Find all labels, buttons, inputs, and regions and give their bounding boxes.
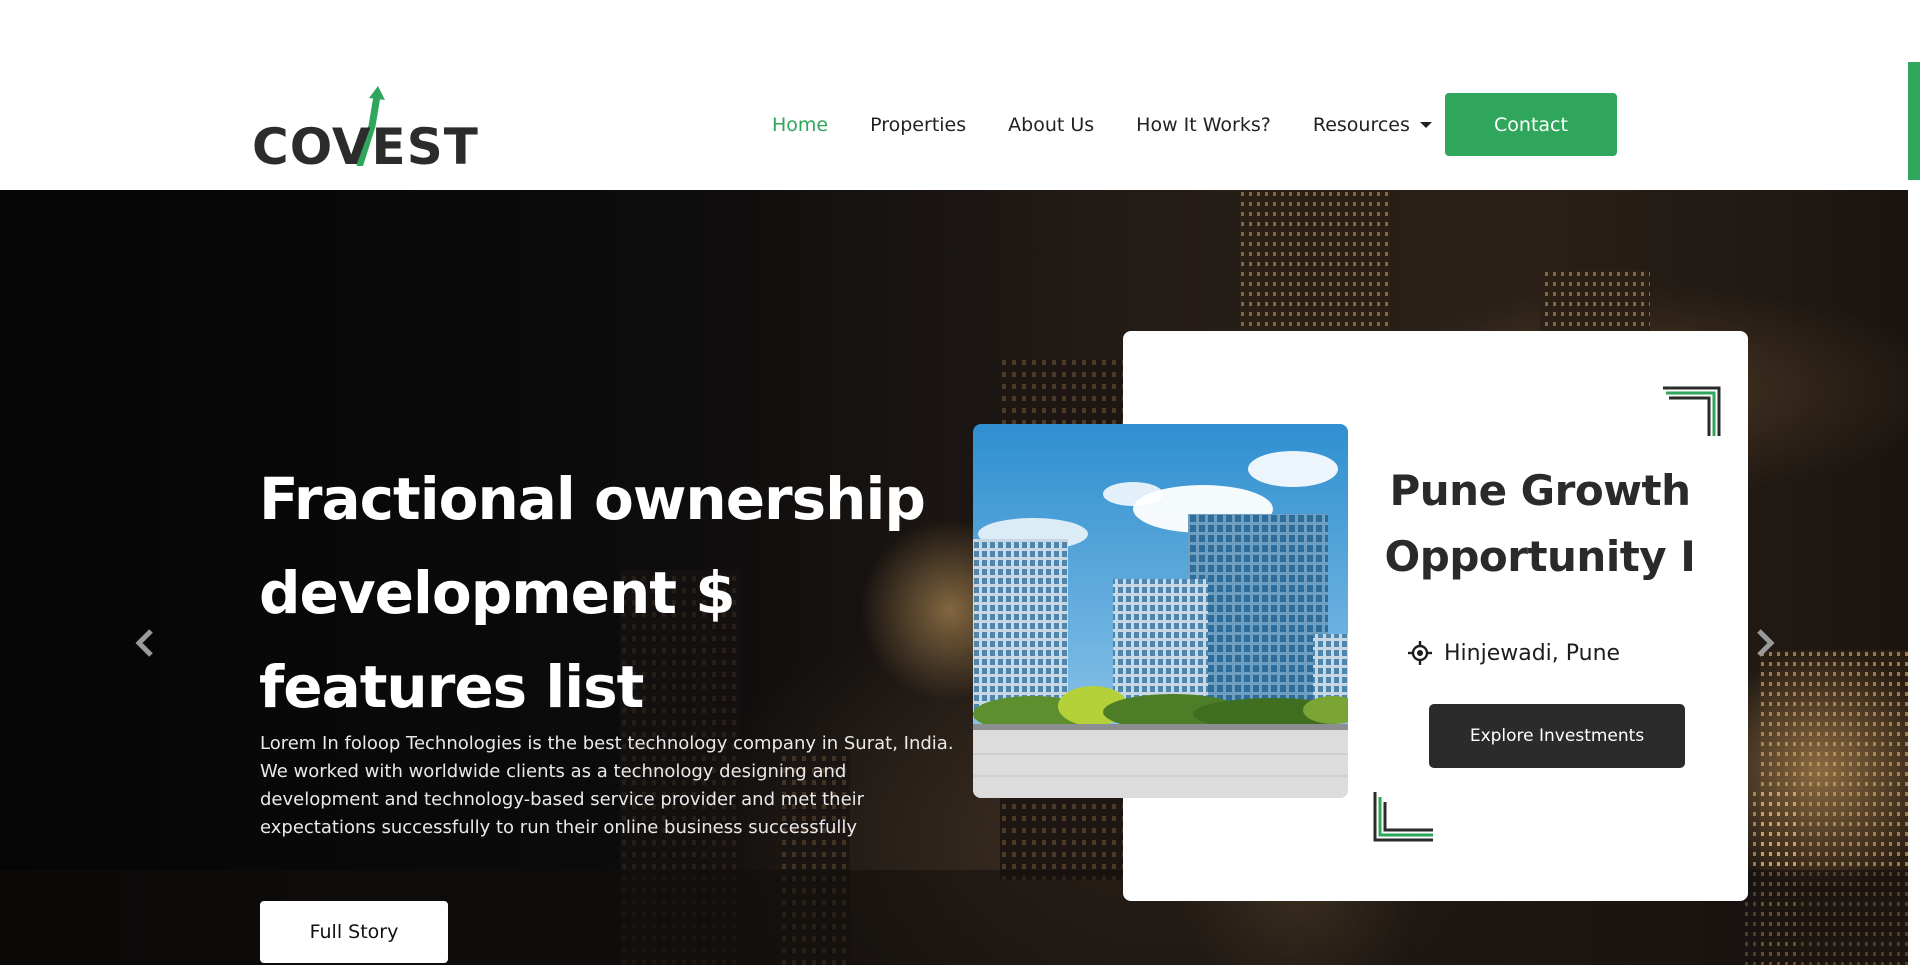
logo-wordmark: COVEST (252, 118, 479, 176)
property-title: Pune Growth Opportunity I (1380, 458, 1700, 590)
covest-logo[interactable]: COVEST (252, 86, 478, 172)
site-header: COVEST Home Properties About Us How It W… (0, 0, 1908, 190)
carousel-prev-button[interactable] (128, 626, 162, 660)
chevron-right-icon (1757, 629, 1775, 657)
property-title-line-1: Pune Growth (1389, 466, 1691, 515)
chevron-left-icon (135, 629, 153, 657)
nav-properties[interactable]: Properties (870, 114, 966, 136)
nav-resources-label: Resources (1312, 114, 1410, 136)
crosshair-location-icon (1408, 641, 1432, 665)
caret-down-icon (1419, 122, 1432, 128)
property-location-text: Hinjewadi, Pune (1444, 640, 1621, 666)
hero-title-line-2: development $ (259, 559, 736, 627)
explore-investments-button[interactable]: Explore Investments (1429, 704, 1685, 768)
nav-resources-dropdown[interactable]: Resources (1313, 114, 1432, 136)
main-nav: Home Properties About Us How It Works? R… (772, 93, 1474, 157)
nav-home-label: Home (772, 114, 829, 136)
side-accent-bar (1908, 62, 1920, 180)
building-photo-icon (973, 424, 1348, 798)
hero-description: Lorem In foloop Technologies is the best… (260, 733, 954, 838)
property-title-line-2: Opportunity I (1384, 532, 1696, 581)
property-location: Hinjewadi, Pune (1408, 638, 1620, 668)
nav-how-it-works-label: How It Works? (1136, 114, 1271, 136)
nav-about-us-label: About Us (1008, 114, 1095, 136)
hero-title-line-3: features list (259, 653, 644, 721)
contact-button[interactable]: Contact (1445, 93, 1617, 156)
nav-about-us[interactable]: About Us (1008, 114, 1094, 136)
hero-title: Fractional ownership development $ featu… (259, 452, 959, 734)
nav-home[interactable]: Home (772, 114, 828, 136)
hero-title-line-1: Fractional ownership (259, 465, 926, 533)
corner-decoration-bottom-icon (1373, 792, 1433, 842)
full-story-button[interactable]: Full Story (260, 901, 448, 963)
carousel-next-button[interactable] (1748, 626, 1782, 660)
property-image[interactable] (973, 424, 1348, 798)
corner-decoration-top-icon (1663, 386, 1721, 436)
nav-how-it-works[interactable]: How It Works? (1136, 114, 1271, 136)
nav-properties-label: Properties (870, 114, 967, 136)
